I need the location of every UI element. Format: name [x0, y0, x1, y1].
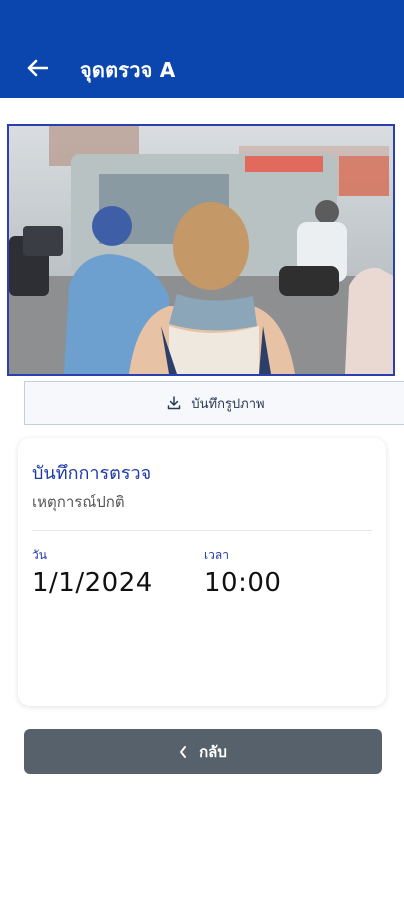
- time-value: 10:00: [204, 568, 282, 598]
- back-button-label: กลับ: [199, 742, 227, 761]
- inspection-record-card: บันทึกการตรวจ เหตุการณ์ปกติ วัน 1/1/2024…: [18, 438, 386, 706]
- date-label: วัน: [32, 548, 47, 562]
- record-title: บันทึกการตรวจ: [32, 463, 152, 484]
- record-status: เหตุการณ์ปกติ: [32, 493, 125, 511]
- chevron-left-icon: [180, 745, 187, 758]
- download-icon: [168, 396, 181, 410]
- time-label: เวลา: [204, 548, 229, 562]
- back-arrow-button[interactable]: [22, 55, 52, 81]
- app-bar: จุดตรวจ A: [0, 0, 404, 98]
- date-value: 1/1/2024: [32, 568, 153, 598]
- arrow-left-icon: [27, 59, 48, 77]
- save-photo-button[interactable]: บันทึกรูปภาพ: [24, 381, 404, 425]
- page-title: จุดตรวจ A: [80, 58, 176, 82]
- back-button[interactable]: กลับ: [24, 729, 382, 774]
- save-photo-label: บันทึกรูปภาพ: [191, 396, 265, 412]
- checkpoint-photo: [7, 124, 395, 376]
- card-divider: [32, 530, 372, 531]
